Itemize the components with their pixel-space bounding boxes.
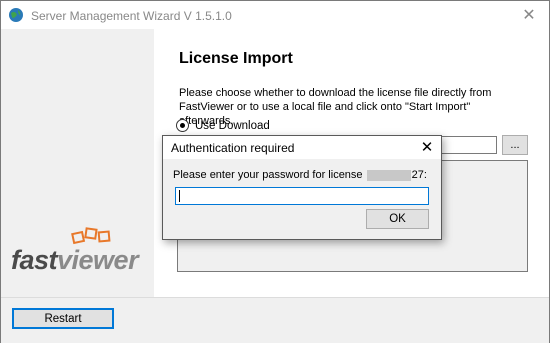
radio-button-icon[interactable] — [176, 119, 189, 132]
dialog-title: Authentication required — [171, 141, 295, 155]
window-close-button[interactable]: ✕ — [510, 1, 548, 29]
dialog-body: Please enter your password for license 2… — [163, 159, 441, 239]
logo-text-viewer: viewer — [57, 245, 139, 275]
authentication-dialog: Authentication required ✕ Please enter y… — [162, 135, 442, 240]
logo-text-fast: fast — [11, 245, 58, 275]
ok-button[interactable]: OK — [366, 209, 429, 229]
radio-use-download[interactable]: Use Download — [176, 119, 270, 132]
password-input[interactable] — [175, 187, 429, 205]
dialog-close-button[interactable]: ✕ — [416, 138, 438, 156]
sidebar: fastviewer — [1, 29, 154, 297]
logo-mark-icon — [71, 227, 111, 245]
close-icon: ✕ — [420, 139, 434, 156]
restart-button[interactable]: Restart — [12, 308, 114, 329]
browse-button[interactable]: ... — [502, 135, 528, 155]
prompt-text: Please enter your password for license — [173, 169, 363, 181]
close-icon: ✕ — [522, 7, 536, 24]
redacted-license-number — [366, 169, 411, 181]
dialog-prompt: Please enter your password for license 2… — [173, 169, 427, 181]
prompt-suffix: 27: — [411, 169, 427, 181]
title-bar: Server Management Wizard V 1.5.1.0 ✕ — [1, 1, 549, 29]
globe-app-icon — [9, 8, 23, 22]
radio-use-download-label: Use Download — [195, 119, 270, 132]
fastviewer-logo: fastviewer — [11, 227, 139, 276]
text-caret — [179, 190, 180, 202]
footer-bar: Restart — [1, 297, 549, 343]
page-title: License Import — [179, 50, 293, 67]
window-title: Server Management Wizard V 1.5.1.0 — [31, 9, 232, 23]
